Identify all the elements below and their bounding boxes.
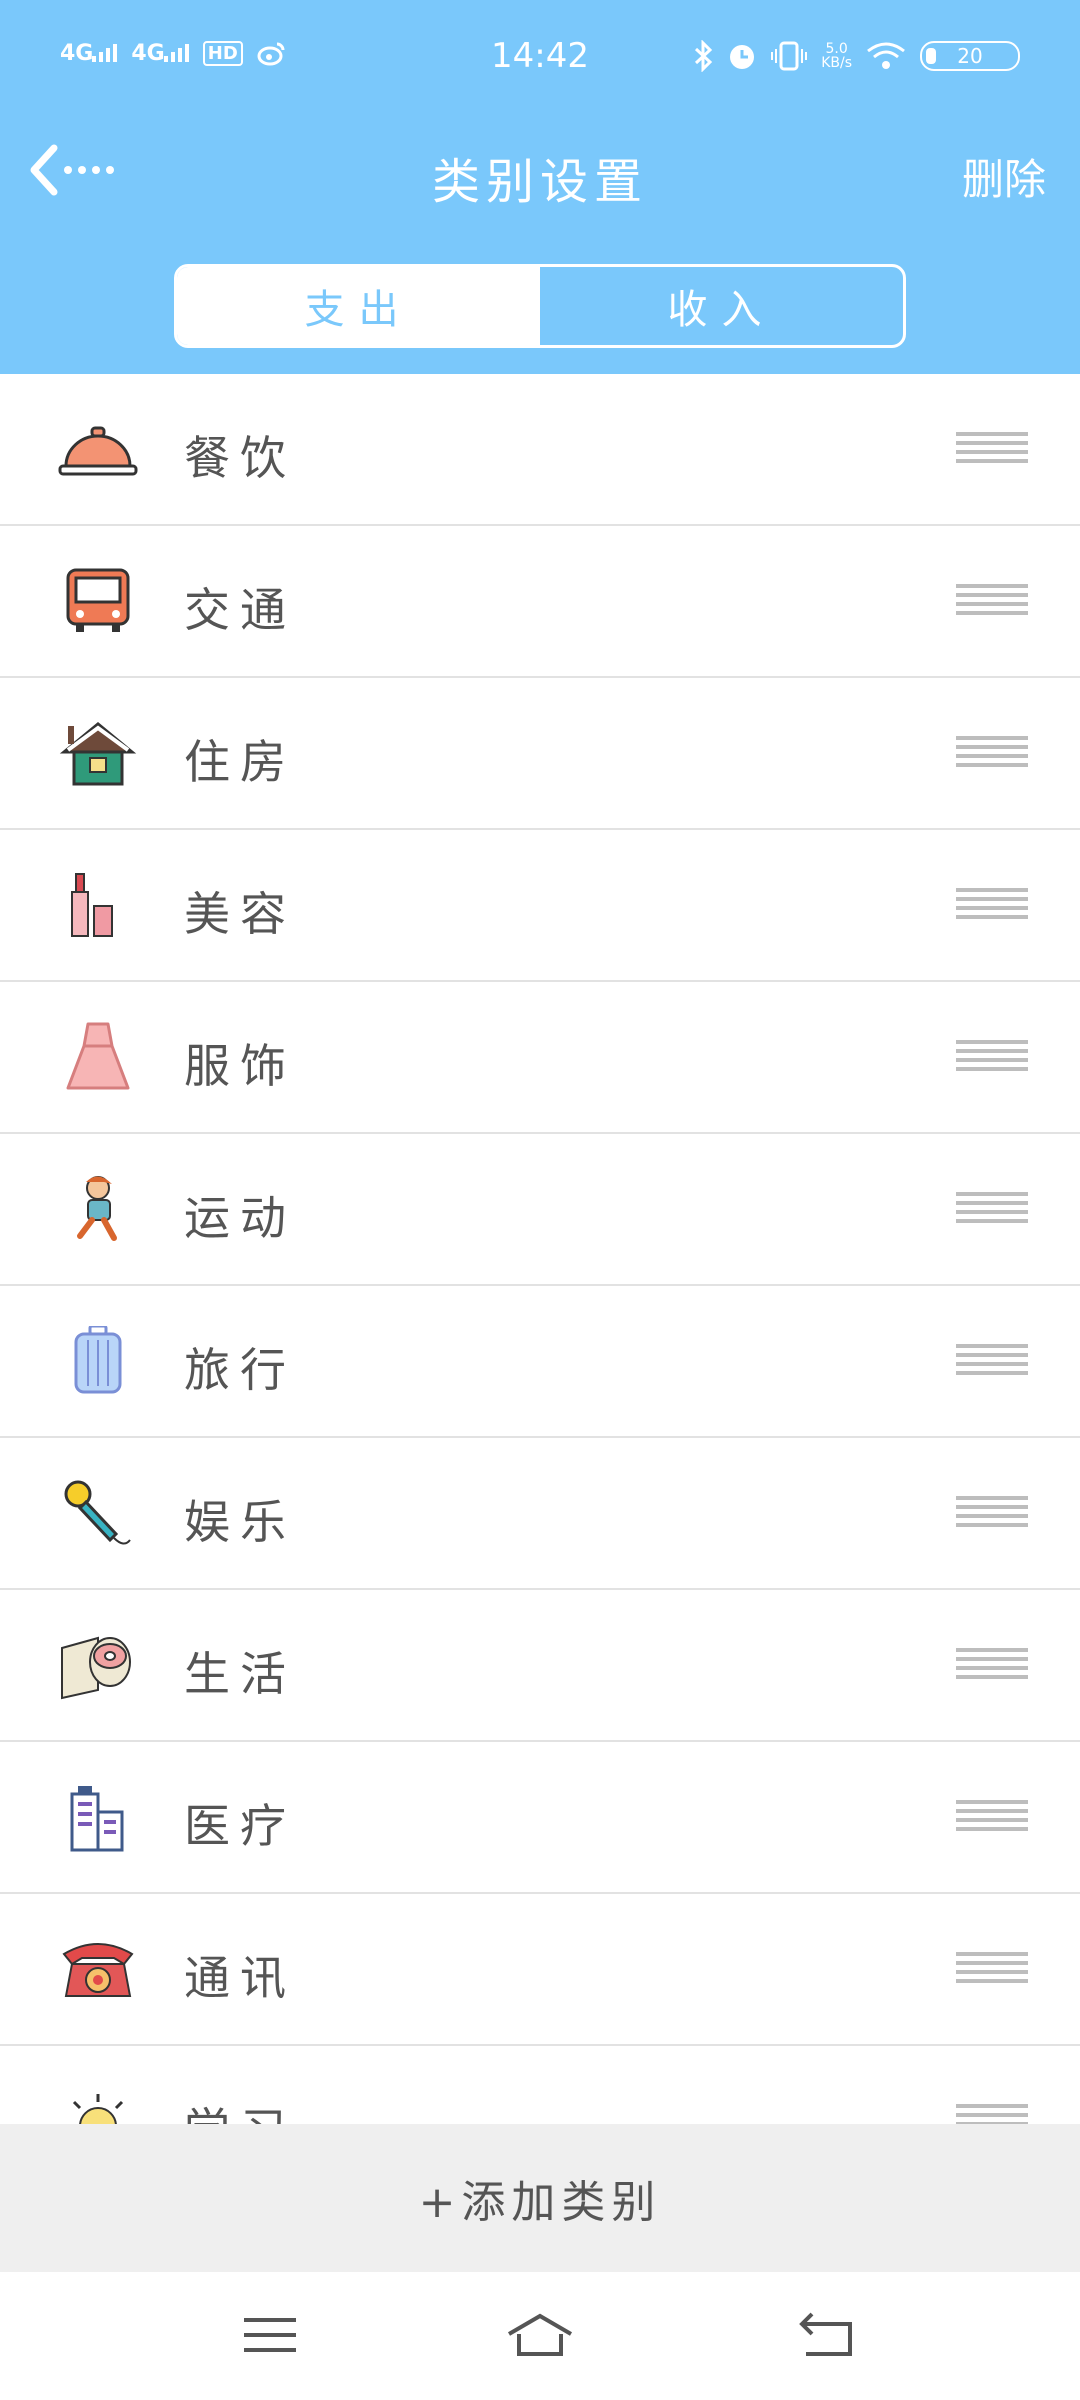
- category-label: 医疗: [184, 1799, 296, 1853]
- microphone-icon: [64, 1480, 131, 1545]
- category-row[interactable]: 餐饮: [0, 374, 1080, 526]
- home-icon[interactable]: [505, 2310, 575, 2360]
- category-label: 通讯: [184, 1951, 296, 2005]
- drag-handle-icon[interactable]: [956, 1648, 1028, 1679]
- type-segment-control: 支出 收入: [174, 264, 906, 348]
- bus-icon: [66, 568, 130, 632]
- category-label: 生活: [184, 1647, 296, 1701]
- category-row[interactable]: 交通: [0, 526, 1080, 678]
- telephone-icon: [62, 1943, 134, 1997]
- running-boy-icon: [77, 1176, 117, 1241]
- delete-button[interactable]: 删除: [962, 146, 1046, 207]
- category-row[interactable]: 美容: [0, 830, 1080, 982]
- drag-handle-icon[interactable]: [956, 1192, 1028, 1223]
- category-row[interactable]: 住房: [0, 678, 1080, 830]
- category-row[interactable]: 服饰: [0, 982, 1080, 1134]
- net-speed: 5.0 KB/s: [821, 41, 852, 71]
- house-icon: [59, 722, 137, 786]
- category-row[interactable]: 医疗: [0, 1742, 1080, 1894]
- app-header: 4G 4G HD 14:42 5.0 KB/s 20 类别设置 删除 支出 收入: [0, 0, 1080, 374]
- nav-bar: 类别设置 删除: [0, 120, 1080, 220]
- category-label: 旅行: [184, 1343, 296, 1397]
- drag-handle-icon[interactable]: [956, 1952, 1028, 1983]
- menu-icon[interactable]: [240, 2310, 300, 2360]
- system-navigation-bar: [0, 2272, 1080, 2400]
- hospital-building-icon: [70, 1786, 124, 1852]
- lipstick-icon: [71, 873, 113, 937]
- category-list: 餐饮 交通 住房 美容 服饰 运动 旅行 娱乐 生活 医疗 通讯: [0, 374, 1080, 2124]
- sun-icon: [72, 2094, 124, 2124]
- category-label: 娱乐: [184, 1495, 296, 1549]
- back-nav-icon[interactable]: [796, 2310, 856, 2360]
- battery-icon: 20: [920, 41, 1020, 71]
- drag-handle-icon[interactable]: [956, 432, 1028, 463]
- drag-handle-icon[interactable]: [956, 736, 1028, 767]
- toilet-paper-icon: [61, 1636, 131, 1700]
- bluetooth-icon: [695, 40, 713, 72]
- category-label: 住房: [184, 735, 296, 789]
- tab-expense[interactable]: 支出: [177, 267, 540, 345]
- category-label: 运动: [184, 1191, 296, 1245]
- category-label: 美容: [184, 887, 296, 941]
- wifi-icon: [867, 42, 905, 69]
- category-row[interactable]: 通讯: [0, 1894, 1080, 2046]
- drag-handle-icon[interactable]: [956, 888, 1028, 919]
- alarm-icon: [730, 45, 755, 69]
- drag-handle-icon[interactable]: [956, 1040, 1028, 1071]
- category-row[interactable]: 娱乐: [0, 1438, 1080, 1590]
- category-row[interactable]: 生活: [0, 1590, 1080, 1742]
- category-label: 服饰: [184, 1039, 296, 1093]
- drag-handle-icon[interactable]: [956, 1800, 1028, 1831]
- add-category-button[interactable]: +添加类别: [0, 2124, 1080, 2272]
- category-row[interactable]: 旅行: [0, 1286, 1080, 1438]
- vibrate-icon: [771, 41, 808, 71]
- drag-handle-icon[interactable]: [956, 2104, 1028, 2124]
- dress-icon: [66, 1022, 130, 1090]
- drag-handle-icon[interactable]: [956, 1344, 1028, 1375]
- food-cloche-icon: [58, 426, 138, 476]
- drag-handle-icon[interactable]: [956, 584, 1028, 615]
- status-bar: 4G 4G HD 14:42 5.0 KB/s 20: [0, 0, 1080, 120]
- category-label: 学习: [184, 2094, 296, 2124]
- suitcase-icon: [74, 1326, 122, 1394]
- category-label: 餐饮: [184, 431, 296, 485]
- drag-handle-icon[interactable]: [956, 1496, 1028, 1527]
- category-row[interactable]: 运动: [0, 1134, 1080, 1286]
- tab-income[interactable]: 收入: [540, 267, 903, 345]
- category-row[interactable]: 学习: [0, 2046, 1080, 2124]
- category-label: 交通: [184, 583, 296, 637]
- page-title: 类别设置: [431, 154, 648, 210]
